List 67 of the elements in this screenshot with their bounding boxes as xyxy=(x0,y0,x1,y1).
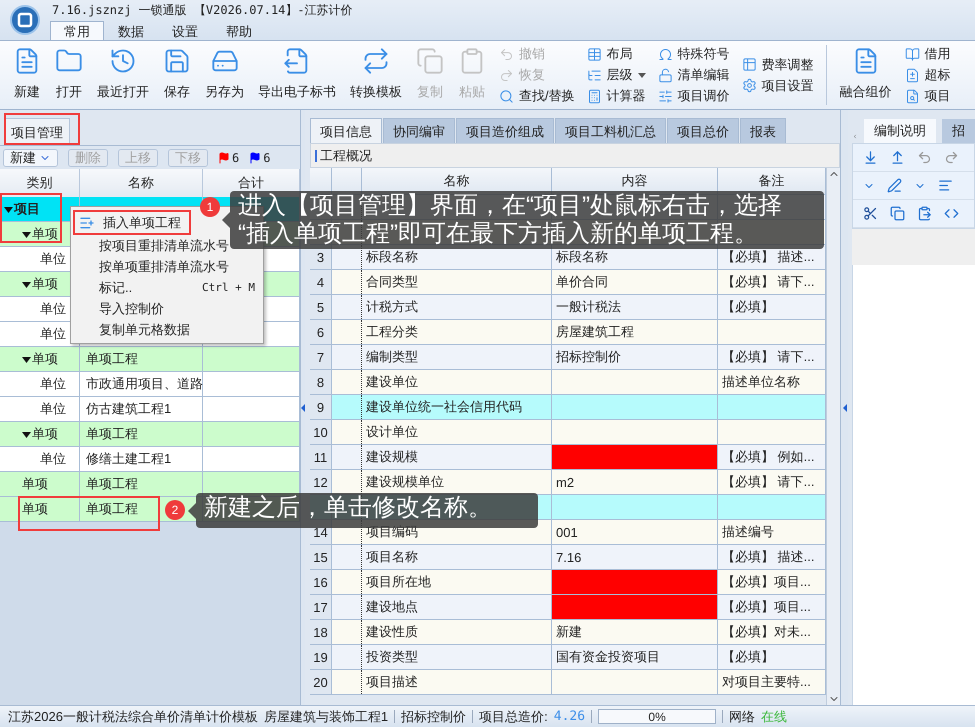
row-number: 18 xyxy=(310,620,332,644)
table-cell: 工程分类 xyxy=(362,320,552,344)
table-cell: 项目描述 xyxy=(362,670,552,694)
table-cell: 建设单位 xyxy=(362,370,552,394)
tree-cell: 修缮土建工程1 xyxy=(80,447,203,471)
row-number: 4 xyxy=(310,270,332,294)
row-number: 9 xyxy=(310,395,332,419)
category-text: 单项 xyxy=(32,275,58,293)
total-value: 4.26 xyxy=(554,709,586,724)
section-title: 工程概况 xyxy=(320,146,372,164)
table-cell: 计税方式 xyxy=(362,295,552,319)
table-cell: 招标控制价 xyxy=(552,345,718,369)
category-text: 单项 xyxy=(32,225,58,243)
table-cell: 单价合同 xyxy=(552,270,718,294)
row-number: 20 xyxy=(310,670,332,694)
category-text: 单项 xyxy=(22,475,48,493)
row-number: 8 xyxy=(310,370,332,394)
flag-count: 6 xyxy=(263,150,270,164)
window-title: 7.16.jsznzj 一锁通版 【V2026.07.14】-江苏计价 xyxy=(51,2,353,19)
table-cell: 投资类型 xyxy=(362,645,552,669)
status-text: 招标控制价 xyxy=(401,708,466,726)
status-text: 江苏2026一般计税法综合单价清单计价模板 xyxy=(8,708,258,726)
category-text: 单位 xyxy=(40,375,66,393)
category-text: 单项 xyxy=(32,425,58,443)
row-number: 12 xyxy=(310,470,332,494)
category-text: 单位 xyxy=(40,300,66,318)
tree-cell: 市政通用项目、道路 xyxy=(80,372,203,396)
table-cell: 001 xyxy=(552,520,718,544)
table-cell: 一般计税法 xyxy=(552,295,718,319)
table-cell: 房屋建筑工程 xyxy=(552,320,718,344)
tree-cell: 单项工程 xyxy=(80,422,203,446)
category-text: 单位 xyxy=(40,325,66,343)
table-cell: 编制类型 xyxy=(362,345,552,369)
row-number: 10 xyxy=(310,420,332,444)
row-number: 5 xyxy=(310,295,332,319)
row-number: 6 xyxy=(310,320,332,344)
row-number: 7 xyxy=(310,345,332,369)
status-text: 房屋建筑与装饰工程1 xyxy=(264,708,388,726)
table-cell: 国有资金投资项目 xyxy=(552,645,718,669)
row-number: 17 xyxy=(310,595,332,619)
table-cell: 合同类型 xyxy=(362,270,552,294)
callout-text: “插入单项工程”即可在最下方插入新的单项工程。 xyxy=(238,220,758,248)
progress-reading: 0% xyxy=(648,710,666,724)
table-cell: 项目名称 xyxy=(362,545,552,569)
category-text: 单项 xyxy=(22,500,48,518)
row-number: 19 xyxy=(310,645,332,669)
category-text: 单位 xyxy=(40,250,66,268)
table-cell: 新建 xyxy=(552,620,718,644)
table-cell: m2 xyxy=(552,470,718,494)
category-text: 单位 xyxy=(40,400,66,418)
flag-count: 6 xyxy=(232,150,240,164)
status-text: 网络 xyxy=(729,708,756,726)
category-text: 单项 xyxy=(32,350,58,368)
table-cell: 建设性质 xyxy=(362,620,552,644)
table-cell: 7.16 xyxy=(552,545,718,569)
network-status: 在线 xyxy=(761,708,788,726)
category-text: 单位 xyxy=(40,450,66,468)
table-cell: 建设单位统一社会信用代码 xyxy=(362,395,552,419)
tree-cell: 单项工程 xyxy=(80,347,203,371)
table-cell: 设计单位 xyxy=(362,420,552,444)
row-number: 11 xyxy=(310,445,332,469)
row-number: 15 xyxy=(310,545,332,569)
status-text: 项目总造价: xyxy=(479,708,548,726)
category-text: 项目 xyxy=(14,200,40,218)
row-number: 16 xyxy=(310,570,332,594)
shortcut-text: Ctrl + M xyxy=(202,281,255,294)
tree-cell: 仿古建筑工程1 xyxy=(80,397,203,421)
